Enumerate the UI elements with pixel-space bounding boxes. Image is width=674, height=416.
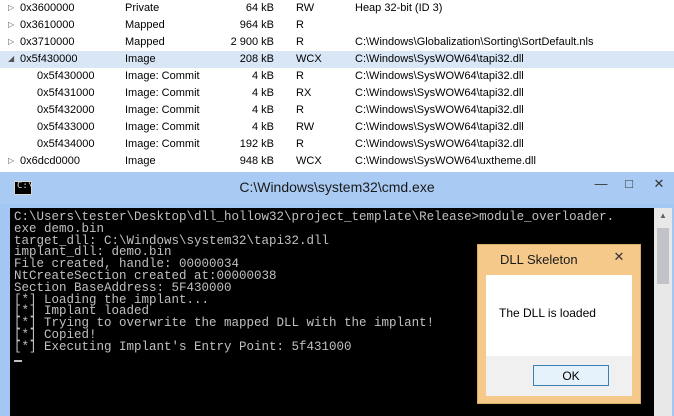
memory-row-selected[interactable]: ◢ 0x5f430000 Image 208 kB WCX C:\Windows… xyxy=(0,51,674,68)
row-type: Mapped xyxy=(125,19,165,31)
memory-row[interactable]: 0x5f434000 Image: Commit 192 kB R C:\Win… xyxy=(0,136,674,153)
row-type: Image: Commit xyxy=(125,104,200,116)
memory-row[interactable]: 0x5f433000 Image: Commit 4 kB RW C:\Wind… xyxy=(0,119,674,136)
console-line: C:\Users\tester\Desktop\dll_hollow32\pro… xyxy=(14,210,615,224)
dialog-title-bar[interactable]: DLL Skeleton ✕ xyxy=(478,245,640,275)
row-type: Image xyxy=(125,53,156,65)
memory-row[interactable]: ▷ 0x6dcd0000 Image 948 kB WCX C:\Windows… xyxy=(0,153,674,170)
row-type: Image xyxy=(125,155,156,167)
row-protection: R xyxy=(296,36,304,48)
vertical-scrollbar[interactable]: ▲ xyxy=(654,208,672,416)
dialog-footer: OK xyxy=(486,356,632,396)
scrollbar-thumb[interactable] xyxy=(657,228,669,284)
row-address: 0x5f433000 xyxy=(37,121,95,133)
row-type: Image: Commit xyxy=(125,121,200,133)
dialog-message: The DLL is loaded xyxy=(499,306,596,320)
row-protection: WCX xyxy=(296,53,322,65)
row-size: 64 kB xyxy=(245,2,274,14)
row-use: C:\Windows\SysWOW64\tapi32.dll xyxy=(355,121,524,133)
row-use: C:\Windows\SysWOW64\tapi32.dll xyxy=(355,87,524,99)
maximize-button[interactable]: □ xyxy=(616,173,642,195)
row-size: 208 kB xyxy=(239,53,274,65)
row-size: 192 kB xyxy=(239,138,274,150)
row-address: 0x3610000 xyxy=(20,19,75,31)
row-protection: R xyxy=(296,70,304,82)
row-address: 0x3710000 xyxy=(20,36,75,48)
row-protection: RX xyxy=(296,87,312,99)
row-protection: R xyxy=(296,104,304,116)
row-use: C:\Windows\Globalization\Sorting\SortDef… xyxy=(355,36,594,48)
row-address: 0x5f431000 xyxy=(37,87,95,99)
row-size: 4 kB xyxy=(251,87,274,99)
memory-row[interactable]: ▷ 0x3710000 Mapped 2 900 kB R C:\Windows… xyxy=(0,34,674,51)
memory-row[interactable]: 0x5f432000 Image: Commit 4 kB R C:\Windo… xyxy=(0,102,674,119)
row-size: 2 900 kB xyxy=(230,36,274,48)
row-use: Heap 32-bit (ID 3) xyxy=(355,2,443,14)
row-type: Image: Commit xyxy=(125,87,200,99)
row-protection: R xyxy=(296,138,304,150)
cmd-title-bar[interactable]: C:\ C:\Windows\system32\cmd.exe — □ ✕ xyxy=(0,172,674,204)
row-address: 0x5f432000 xyxy=(37,104,95,116)
memory-row[interactable]: ▷ 0x3610000 Mapped 964 kB R xyxy=(0,17,674,34)
row-size: 964 kB xyxy=(239,19,274,31)
ok-button[interactable]: OK xyxy=(533,365,609,386)
close-button[interactable]: ✕ xyxy=(644,173,674,195)
row-address: 0x6dcd0000 xyxy=(20,155,80,167)
text-cursor xyxy=(14,359,22,362)
row-type: Image: Commit xyxy=(125,70,200,82)
message-box-dialog: DLL Skeleton ✕ The DLL is loaded OK xyxy=(477,244,641,404)
row-size: 4 kB xyxy=(251,104,274,116)
row-address: 0x5f430000 xyxy=(20,53,78,65)
row-use: C:\Windows\SysWOW64\tapi32.dll xyxy=(355,70,524,82)
memory-row[interactable]: ▷ 0x3600000 Private 64 kB RW Heap 32-bit… xyxy=(0,0,674,17)
expand-arrow-icon[interactable]: ▷ xyxy=(8,20,14,29)
row-address: 0x5f430000 xyxy=(37,70,95,82)
row-address: 0x5f434000 xyxy=(37,138,95,150)
row-use: C:\Windows\SysWOW64\uxtheme.dll xyxy=(355,155,536,167)
row-protection: RW xyxy=(296,121,315,133)
dialog-close-button[interactable]: ✕ xyxy=(604,245,634,269)
row-protection: RW xyxy=(296,2,315,14)
row-size: 948 kB xyxy=(239,155,274,167)
dialog-title: DLL Skeleton xyxy=(500,252,578,267)
scroll-up-icon[interactable]: ▲ xyxy=(654,208,672,224)
collapse-arrow-icon[interactable]: ◢ xyxy=(8,54,14,63)
row-use: C:\Windows\SysWOW64\tapi32.dll xyxy=(355,138,524,150)
row-size: 4 kB xyxy=(251,121,274,133)
expand-arrow-icon[interactable]: ▷ xyxy=(8,156,14,165)
cmd-window-title: C:\Windows\system32\cmd.exe xyxy=(239,179,435,195)
row-type: Private xyxy=(125,2,160,14)
expand-arrow-icon[interactable]: ▷ xyxy=(8,37,14,46)
row-use: C:\Windows\SysWOW64\tapi32.dll xyxy=(355,53,524,65)
row-protection: WCX xyxy=(296,155,322,167)
memory-row[interactable]: 0x5f431000 Image: Commit 4 kB RX C:\Wind… xyxy=(0,85,674,102)
expand-arrow-icon[interactable]: ▷ xyxy=(8,3,14,12)
memory-row[interactable]: 0x5f430000 Image: Commit 4 kB R C:\Windo… xyxy=(0,68,674,85)
row-protection: R xyxy=(296,19,304,31)
row-address: 0x3600000 xyxy=(20,2,75,14)
row-type: Image: Commit xyxy=(125,138,200,150)
minimize-button[interactable]: — xyxy=(588,173,614,195)
row-type: Mapped xyxy=(125,36,165,48)
row-use: C:\Windows\SysWOW64\tapi32.dll xyxy=(355,104,524,116)
row-size: 4 kB xyxy=(251,70,274,82)
dialog-body: The DLL is loaded xyxy=(486,275,632,356)
memory-map-list: ▷ 0x3600000 Private 64 kB RW Heap 32-bit… xyxy=(0,0,674,172)
